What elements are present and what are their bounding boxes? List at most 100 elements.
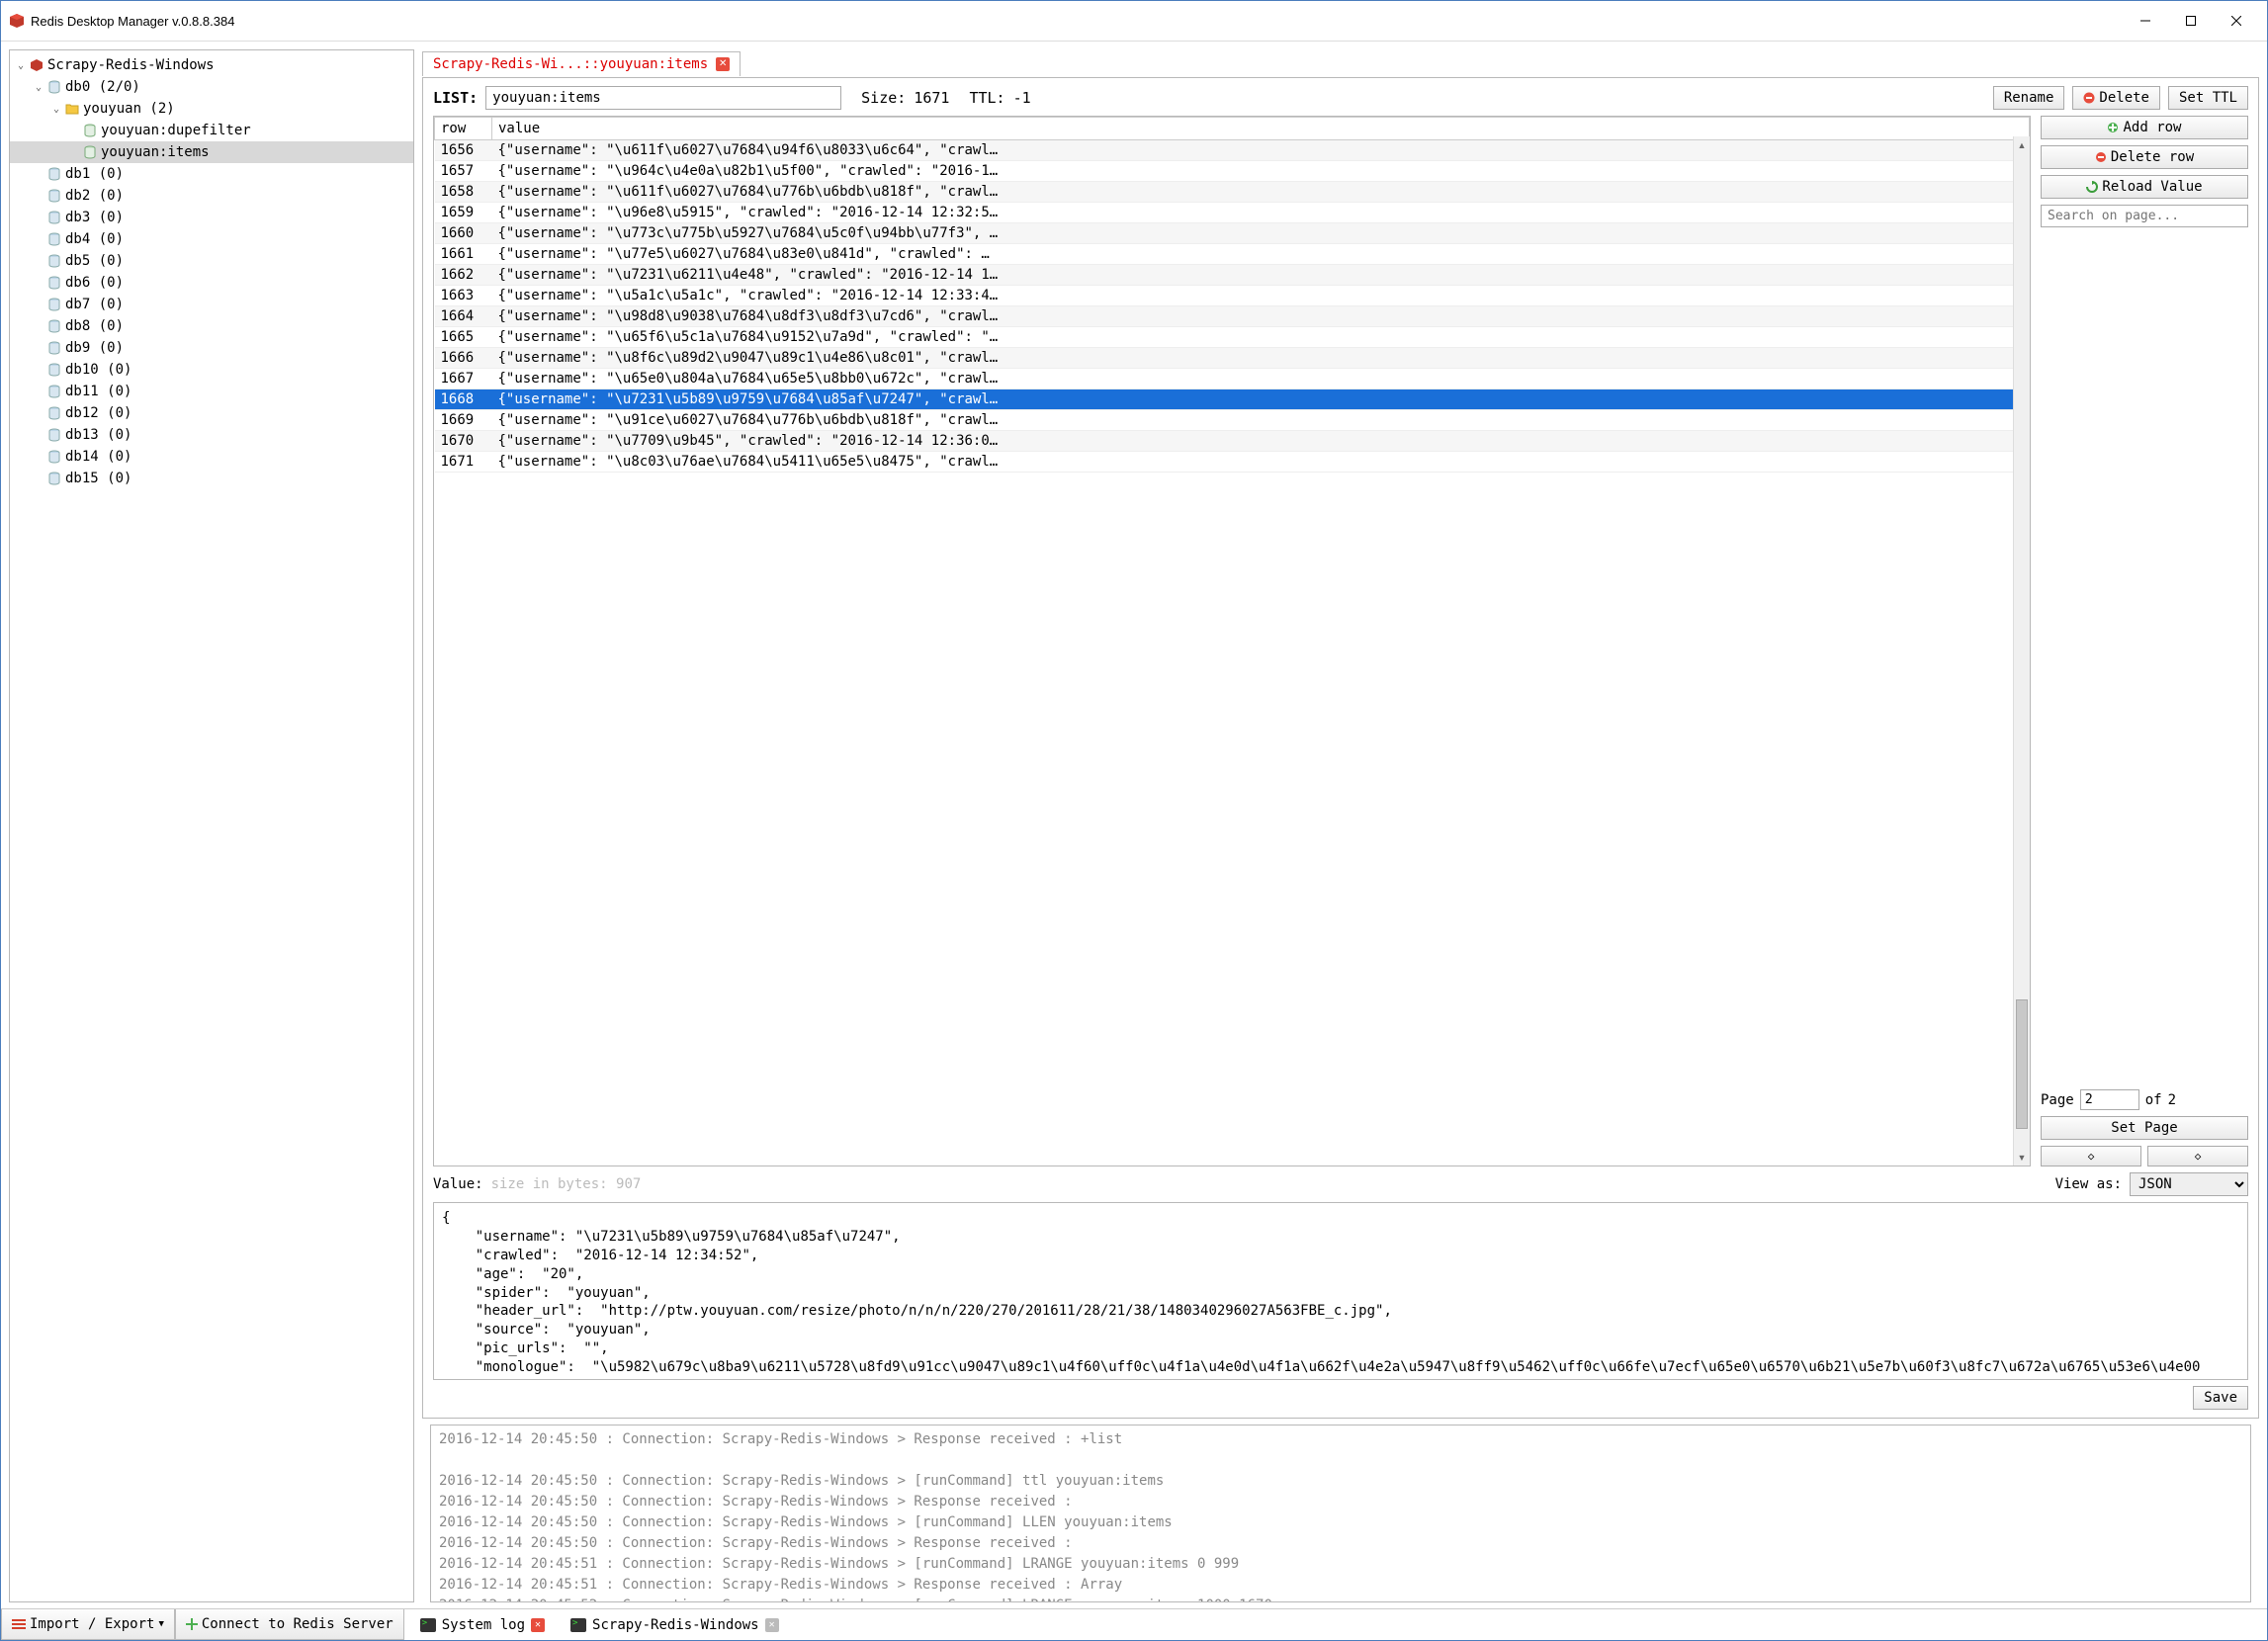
minimize-button[interactable] [2123, 7, 2168, 35]
table-row[interactable]: 1667{"username": "\u65e0\u804a\u7684\u65… [435, 369, 2030, 389]
tree-icon [45, 449, 63, 465]
tree-icon [81, 144, 99, 160]
tree-db14[interactable]: db14 (0) [10, 446, 413, 468]
table-row[interactable]: 1664{"username": "\u98d8\u9038\u7684\u8d… [435, 306, 2030, 327]
set-page-button[interactable]: Set Page [2041, 1116, 2248, 1140]
tree-icon [45, 340, 63, 356]
table-row[interactable]: 1669{"username": "\u91ce\u6027\u7684\u77… [435, 410, 2030, 431]
table-row[interactable]: 1666{"username": "\u8f6c\u89d2\u9047\u89… [435, 348, 2030, 369]
tree-db3[interactable]: db3 (0) [10, 207, 413, 228]
size-value: 1671 [914, 89, 949, 107]
rename-button[interactable]: Rename [1993, 86, 2065, 110]
scroll-down-icon[interactable]: ▼ [2014, 1149, 2030, 1166]
connect-button[interactable]: Connect to Redis Server [175, 1609, 404, 1640]
tree-icon [45, 318, 63, 334]
tree-db6[interactable]: db6 (0) [10, 272, 413, 294]
terminal-icon [420, 1618, 436, 1632]
delete-button[interactable]: Delete [2072, 86, 2160, 110]
reload-value-button[interactable]: Reload Value [2041, 175, 2248, 199]
search-input[interactable] [2041, 205, 2248, 227]
tree-icon [45, 471, 63, 486]
table-row[interactable]: 1665{"username": "\u65f6\u5c1a\u7684\u91… [435, 327, 2030, 348]
tree-db9[interactable]: db9 (0) [10, 337, 413, 359]
plus-icon [2107, 122, 2119, 133]
app-icon [9, 13, 25, 29]
bottom-tab-connection[interactable]: Scrapy-Redis-Windows ✕ [565, 1617, 785, 1633]
reload-icon [2086, 181, 2098, 193]
add-row-button[interactable]: Add row [2041, 116, 2248, 139]
tree-db10[interactable]: db10 (0) [10, 359, 413, 381]
table-row[interactable]: 1661{"username": "\u77e5\u6027\u7684\u83… [435, 244, 2030, 265]
set-ttl-button[interactable]: Set TTL [2168, 86, 2248, 110]
dropdown-icon: ▼ [158, 1619, 163, 1629]
tree-icon [45, 231, 63, 247]
table-row[interactable]: 1657{"username": "\u964c\u4e0a\u82b1\u5f… [435, 161, 2030, 182]
tree-db13[interactable]: db13 (0) [10, 424, 413, 446]
close-icon[interactable]: ✕ [531, 1618, 545, 1632]
tree-key-dupefilter[interactable]: youyuan:dupefilter [10, 120, 413, 141]
scroll-up-icon[interactable]: ▲ [2014, 136, 2030, 153]
delete-row-button[interactable]: Delete row [2041, 145, 2248, 169]
value-editor[interactable]: { "username": "\u7231\u5b89\u9759\u7684\… [433, 1202, 2248, 1380]
table-row[interactable]: 1668{"username": "\u7231\u5b89\u9759\u76… [435, 389, 2030, 410]
tree-icon [45, 405, 63, 421]
ttl-label: TTL: [969, 89, 1004, 107]
tab-close-icon[interactable]: ✕ [716, 57, 730, 71]
plus-icon [186, 1618, 198, 1630]
tree-db15[interactable]: db15 (0) [10, 468, 413, 489]
tree-key-items[interactable]: youyuan:items [10, 141, 413, 163]
tree-db5[interactable]: db5 (0) [10, 250, 413, 272]
tree-icon [45, 362, 63, 378]
table-row[interactable]: 1670{"username": "\u7709\u9b45", "crawle… [435, 431, 2030, 452]
tree-icon [63, 101, 81, 117]
tree-db12[interactable]: db12 (0) [10, 402, 413, 424]
import-export-button[interactable]: Import / Export ▼ [1, 1609, 175, 1640]
tree-db8[interactable]: db8 (0) [10, 315, 413, 337]
save-button[interactable]: Save [2193, 1386, 2248, 1410]
tree-connection[interactable]: ⌄Scrapy-Redis-Windows [10, 54, 413, 76]
tree-db0[interactable]: ⌄db0 (2/0) [10, 76, 413, 98]
tree-db1[interactable]: db1 (0) [10, 163, 413, 185]
table-row[interactable]: 1656{"username": "\u611f\u6027\u7684\u94… [435, 140, 2030, 161]
tree-db7[interactable]: db7 (0) [10, 294, 413, 315]
tab-key[interactable]: Scrapy-Redis-Wi...::youyuan:items ✕ [422, 51, 741, 76]
table-row[interactable]: 1662{"username": "\u7231\u6211\u4e48", "… [435, 265, 2030, 286]
minus-icon [2095, 151, 2107, 163]
tree-folder-youyuan[interactable]: ⌄youyuan (2) [10, 98, 413, 120]
col-row[interactable]: row [435, 118, 492, 140]
size-label: Size: [861, 89, 906, 107]
col-value[interactable]: value [492, 118, 2030, 140]
page-input[interactable] [2080, 1089, 2139, 1110]
bottom-tab-system-log[interactable]: System log ✕ [414, 1617, 551, 1633]
table-scrollbar[interactable]: ▲ ▼ [2013, 136, 2030, 1166]
next-page-button[interactable]: ◇ [2147, 1146, 2248, 1166]
table-row[interactable]: 1660{"username": "\u773c\u775b\u5927\u76… [435, 223, 2030, 244]
value-label: Value: [433, 1176, 483, 1192]
tree-icon [81, 123, 99, 138]
page-label: Page [2041, 1092, 2074, 1108]
prev-page-button[interactable]: ◇ [2041, 1146, 2141, 1166]
terminal-icon [570, 1618, 586, 1632]
key-type-label: LIST: [433, 89, 478, 107]
tree-db4[interactable]: db4 (0) [10, 228, 413, 250]
value-table: row value 1656{"username": "\u611f\u6027… [433, 116, 2031, 1166]
view-as-label: View as: [2055, 1176, 2122, 1192]
close-icon[interactable]: ✕ [765, 1618, 779, 1632]
tree-icon [45, 384, 63, 399]
tree-icon [28, 57, 45, 73]
tree-db11[interactable]: db11 (0) [10, 381, 413, 402]
tree-icon [45, 253, 63, 269]
table-row[interactable]: 1663{"username": "\u5a1c\u5a1c", "crawle… [435, 286, 2030, 306]
key-name-input[interactable] [485, 86, 841, 110]
tree-db2[interactable]: db2 (0) [10, 185, 413, 207]
close-button[interactable] [2214, 7, 2259, 35]
maximize-button[interactable] [2168, 7, 2214, 35]
table-row[interactable]: 1658{"username": "\u611f\u6027\u7684\u77… [435, 182, 2030, 203]
tree-icon [45, 427, 63, 443]
tree-icon [45, 210, 63, 225]
view-as-select[interactable]: JSON [2130, 1172, 2248, 1196]
titlebar: Redis Desktop Manager v.0.8.8.384 [1, 1, 2267, 42]
value-size: size in bytes: 907 [491, 1176, 642, 1192]
table-row[interactable]: 1659{"username": "\u96e8\u5915", "crawle… [435, 203, 2030, 223]
table-row[interactable]: 1671{"username": "\u8c03\u76ae\u7684\u54… [435, 452, 2030, 473]
